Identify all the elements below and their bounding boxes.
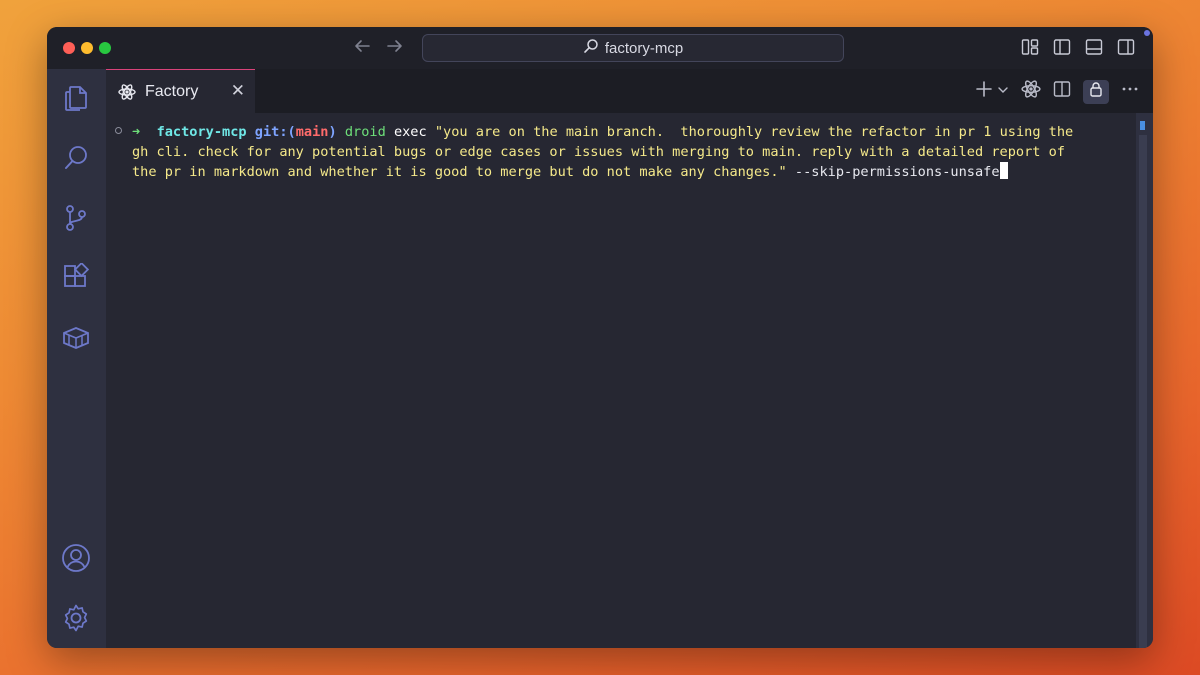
command-quoted-text: the pr in markdown and whether it is goo… — [132, 164, 787, 180]
search-icon[interactable] — [61, 143, 91, 173]
command-center-search[interactable]: factory-mcp — [422, 34, 844, 62]
tab-label: Factory — [145, 82, 199, 100]
notification-dot — [1144, 30, 1150, 36]
source-control-icon[interactable] — [61, 203, 91, 233]
terminal-line: the pr in markdown and whether it is goo… — [132, 162, 1008, 182]
command-name: droid — [344, 124, 386, 140]
command-flag: --skip-permissions-unsafe — [794, 164, 1000, 180]
terminal-cursor — [999, 162, 1008, 179]
search-icon — [583, 38, 599, 58]
minimize-window-button[interactable] — [81, 42, 93, 54]
prompt-branch: main — [295, 124, 329, 140]
zoom-window-button[interactable] — [99, 42, 111, 54]
factory-logo-icon — [118, 83, 136, 101]
command-quoted-text: "you are on the main branch. thoroughly … — [434, 124, 1074, 140]
close-icon[interactable]: ✕ — [231, 82, 245, 99]
terminal-line: gh cli. check for any potential bugs or … — [132, 144, 1065, 160]
split-editor-icon[interactable] — [1053, 80, 1071, 103]
prompt-arrow: ➜ — [132, 124, 141, 140]
search-bar-text: factory-mcp — [604, 39, 684, 57]
extensions-icon[interactable] — [61, 263, 91, 293]
lock-icon — [1088, 81, 1104, 102]
back-arrow-icon[interactable] — [353, 37, 371, 59]
terminal-panel[interactable]: ➜ factory-mcp git:(main) droid exec "you… — [106, 113, 1136, 648]
dropdown-chevron-icon[interactable] — [997, 83, 1009, 101]
prompt-directory: factory-mcp — [156, 124, 247, 140]
activity-bar — [47, 69, 106, 648]
files-icon[interactable] — [61, 83, 91, 113]
settings-icon[interactable] — [61, 603, 91, 633]
editor-tab-bar: Factory ✕ — [106, 69, 1153, 113]
prompt-git-label: git:( — [254, 124, 296, 140]
new-terminal-icon[interactable] — [975, 80, 993, 103]
lock-button[interactable] — [1083, 79, 1109, 104]
command-status-circle-icon — [115, 127, 122, 134]
command-subcommand: exec — [393, 124, 427, 140]
toggle-panel-icon[interactable] — [1085, 38, 1103, 56]
tab-factory[interactable]: Factory ✕ — [106, 69, 255, 113]
title-bar: factory-mcp — [47, 27, 1153, 69]
account-icon[interactable] — [61, 543, 91, 573]
app-window: factory-mcp Factory ✕ ➜ factory-mcp git:… — [47, 27, 1153, 648]
scroll-thumb[interactable] — [1139, 135, 1147, 648]
customize-layout-icon[interactable] — [1021, 38, 1039, 56]
more-actions-icon[interactable] — [1121, 80, 1139, 103]
prompt-git-close: ) — [328, 124, 337, 140]
terminal-line: ➜ factory-mcp git:(main) droid exec "you… — [132, 122, 1073, 142]
toggle-primary-sidebar-icon[interactable] — [1053, 38, 1071, 56]
toggle-secondary-sidebar-icon[interactable] — [1117, 38, 1135, 56]
close-window-button[interactable] — [63, 42, 75, 54]
containers-icon[interactable] — [61, 323, 91, 353]
scroll-position-marker — [1140, 121, 1145, 130]
terminal-scrollbar[interactable] — [1136, 113, 1153, 648]
factory-logo-icon[interactable] — [1021, 79, 1041, 104]
forward-arrow-icon[interactable] — [386, 37, 404, 59]
